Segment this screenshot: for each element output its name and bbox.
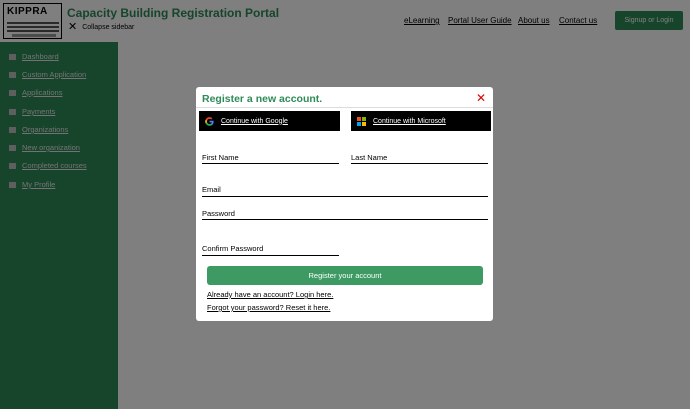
email-label: Email: [202, 185, 221, 194]
register-modal: Register a new account. ✕ Continue with …: [196, 87, 493, 321]
microsoft-signin-button[interactable]: Continue with Microsoft: [351, 111, 491, 131]
modal-title: Register a new account.: [202, 93, 323, 105]
first-name-input[interactable]: [202, 163, 339, 164]
first-name-label: First Name: [202, 153, 239, 162]
close-modal-button[interactable]: ✕: [476, 91, 486, 105]
login-link[interactable]: Already have an account? Login here.: [207, 290, 333, 299]
modal-divider: [196, 107, 493, 108]
register-account-button[interactable]: Register your account: [207, 266, 483, 285]
last-name-label: Last Name: [351, 153, 388, 162]
email-input[interactable]: [202, 196, 488, 197]
confirm-password-input[interactable]: [202, 255, 339, 256]
microsoft-signin-label: Continue with Microsoft: [373, 117, 446, 125]
password-label: Password: [202, 209, 235, 218]
google-signin-label: Continue with Google: [221, 117, 288, 125]
confirm-password-label: Confirm Password: [202, 244, 264, 253]
google-icon: [205, 116, 214, 126]
microsoft-icon: [357, 116, 366, 126]
last-name-input[interactable]: [351, 163, 488, 164]
google-signin-button[interactable]: Continue with Google: [199, 111, 340, 131]
password-input[interactable]: [202, 219, 488, 220]
reset-password-link[interactable]: Forgot your password? Reset it here.: [207, 303, 330, 312]
